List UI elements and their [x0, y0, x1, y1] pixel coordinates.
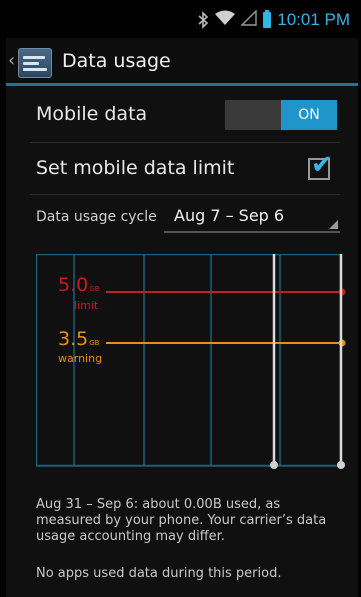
limit-value: 5.0GB	[58, 274, 100, 296]
usage-summary-text: Aug 31 – Sep 6: about 0.00B used, as mea…	[36, 497, 327, 544]
warning-label: warning	[58, 352, 103, 365]
dropdown-corner-icon	[329, 220, 338, 229]
data-limit-label: Set mobile data limit	[36, 157, 235, 179]
screen: 10:01 PM ‹ Data usage Mobile data ON Set…	[6, 0, 358, 597]
toggle-on-thumb: ON	[281, 100, 337, 130]
no-apps-text: No apps used data during this period.	[36, 566, 282, 581]
wifi-icon	[215, 10, 236, 30]
status-bar: 10:01 PM	[6, 0, 358, 38]
status-icons: 10:01 PM	[197, 9, 350, 31]
mobile-data-label: Mobile data	[36, 103, 148, 125]
usage-cycle-value: Aug 7 – Sep 6	[174, 206, 285, 225]
signal-icon	[240, 9, 257, 30]
usage-cycle-label: Data usage cycle	[36, 209, 157, 225]
limit-label: limit	[74, 299, 99, 312]
divider	[30, 194, 340, 195]
usage-cycle-spinner[interactable]: Aug 7 – Sep 6	[164, 203, 340, 233]
action-bar: ‹ Data usage	[6, 38, 358, 86]
status-time: 10:01 PM	[277, 10, 350, 29]
warning-value: 3.5GB	[58, 328, 100, 350]
checkmark-icon: ✔	[311, 150, 333, 180]
usage-chart: 5.0GB limit 3.5GB warning	[36, 254, 346, 478]
back-caret-icon[interactable]: ‹	[8, 52, 15, 70]
battery-icon	[263, 10, 272, 28]
mobile-data-toggle[interactable]: ON	[225, 100, 337, 130]
data-limit-checkbox[interactable]: ✔	[308, 152, 333, 180]
divider	[30, 142, 340, 143]
bluetooth-icon	[197, 11, 209, 29]
page-title: Data usage	[62, 50, 171, 72]
data-usage-app-icon[interactable]	[18, 48, 52, 78]
